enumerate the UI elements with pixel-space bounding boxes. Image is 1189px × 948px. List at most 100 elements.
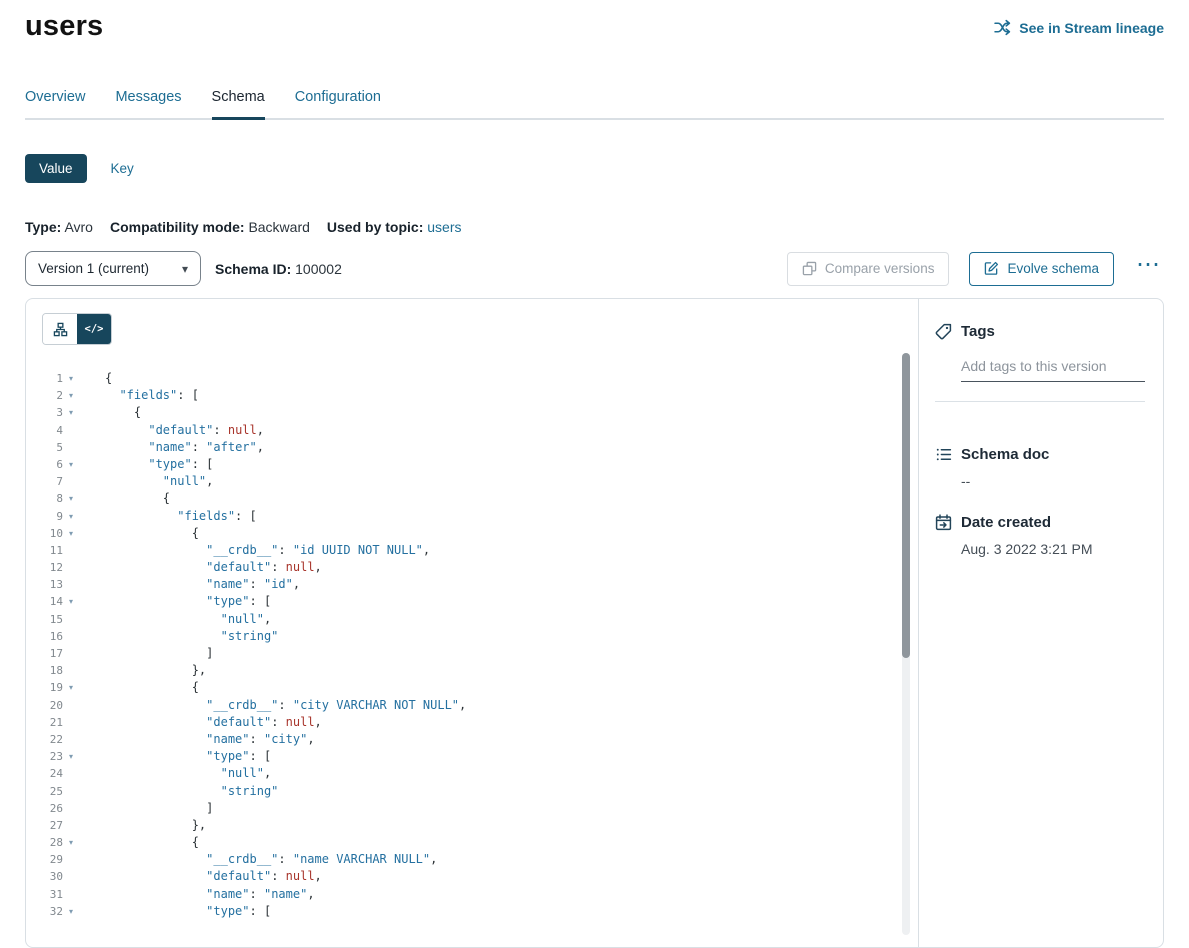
code-line: 29 "__crdb__": "name VARCHAR NULL", — [42, 851, 918, 868]
tree-view-button[interactable] — [43, 314, 77, 344]
fold-spacer — [63, 611, 79, 628]
code-line: 11 "__crdb__": "id UUID NOT NULL", — [42, 542, 918, 559]
topic-link[interactable]: users — [427, 219, 461, 235]
fold-toggle-icon[interactable]: ▾ — [63, 525, 79, 542]
code-line: 14▾ "type": [ — [42, 593, 918, 610]
code-line: 17 ] — [42, 645, 918, 662]
stream-lineage-link[interactable]: See in Stream lineage — [994, 19, 1164, 36]
line-number: 24 — [42, 765, 63, 782]
code-text: "fields": [ — [79, 387, 199, 404]
tab-bar: Overview Messages Schema Configuration — [25, 89, 1164, 120]
schema-doc-value: -- — [961, 473, 1145, 489]
line-number: 6 — [42, 456, 63, 473]
code-text: "fields": [ — [79, 508, 257, 525]
date-created-heading: Date created — [935, 514, 1145, 531]
schema-doc-title: Schema doc — [961, 446, 1049, 463]
editor-scrollbar-thumb[interactable] — [902, 353, 910, 658]
line-number: 3 — [42, 404, 63, 421]
fold-toggle-icon[interactable]: ▾ — [63, 370, 79, 387]
evolve-schema-button[interactable]: Evolve schema — [969, 252, 1114, 286]
code-text: "null", — [79, 765, 271, 782]
fold-spacer — [63, 697, 79, 714]
fold-spacer — [63, 817, 79, 834]
meta-compat-label: Compatibility mode: — [110, 219, 245, 235]
code-text: }, — [79, 662, 206, 679]
tab-schema[interactable]: Schema — [212, 89, 265, 118]
meta-type: Type: Avro — [25, 219, 93, 235]
line-number: 8 — [42, 490, 63, 507]
fold-spacer — [63, 783, 79, 800]
code-view-button[interactable]: </> — [77, 314, 111, 344]
meta-type-label: Type: — [25, 219, 61, 235]
chevron-down-icon: ▾ — [182, 262, 188, 276]
code-text: ] — [79, 800, 213, 817]
fold-toggle-icon[interactable]: ▾ — [63, 456, 79, 473]
fold-toggle-icon[interactable]: ▾ — [63, 508, 79, 525]
schema-editor: </> 1▾{2▾ "fields": [3▾ {4 "default": nu… — [26, 299, 918, 947]
fold-toggle-icon[interactable]: ▾ — [63, 593, 79, 610]
line-number: 25 — [42, 783, 63, 800]
fold-spacer — [63, 886, 79, 903]
code-line: 5 "name": "after", — [42, 439, 918, 456]
code-line: 31 "name": "name", — [42, 886, 918, 903]
code-text: ] — [79, 645, 213, 662]
date-created-value: Aug. 3 2022 3:21 PM — [961, 541, 1145, 557]
code-line: 30 "default": null, — [42, 868, 918, 885]
more-options-button[interactable]: ⋯ — [1132, 257, 1164, 281]
fold-spacer — [63, 576, 79, 593]
fold-toggle-icon[interactable]: ▾ — [63, 490, 79, 507]
code-line: 28▾ { — [42, 834, 918, 851]
fold-toggle-icon[interactable]: ▾ — [63, 387, 79, 404]
line-number: 27 — [42, 817, 63, 834]
tab-configuration[interactable]: Configuration — [295, 89, 381, 118]
line-number: 17 — [42, 645, 63, 662]
fold-spacer — [63, 800, 79, 817]
fold-spacer — [63, 662, 79, 679]
code-text: { — [79, 834, 199, 851]
version-select[interactable]: Version 1 (current) ▾ — [25, 251, 201, 286]
code-line: 16 "string" — [42, 628, 918, 645]
code-line: 2▾ "fields": [ — [42, 387, 918, 404]
line-number: 23 — [42, 748, 63, 765]
line-number: 4 — [42, 422, 63, 439]
fold-toggle-icon[interactable]: ▾ — [63, 903, 79, 920]
code-text: "default": null, — [79, 559, 322, 576]
fold-spacer — [63, 645, 79, 662]
evolve-schema-icon — [984, 261, 999, 276]
code-text: "type": [ — [79, 593, 271, 610]
code-line: 4 "default": null, — [42, 422, 918, 439]
fold-toggle-icon[interactable]: ▾ — [63, 834, 79, 851]
stream-lineage-icon — [994, 19, 1011, 36]
code-text: "null", — [79, 611, 271, 628]
key-toggle-button[interactable]: Key — [97, 154, 148, 183]
page: users See in Stream lineage Overview Mes… — [0, 0, 1189, 916]
compare-versions-button[interactable]: Compare versions — [787, 252, 950, 286]
line-number: 28 — [42, 834, 63, 851]
tag-icon — [935, 323, 952, 340]
code-line: 23▾ "type": [ — [42, 748, 918, 765]
stream-lineage-label: See in Stream lineage — [1019, 20, 1164, 36]
code-line: 6▾ "type": [ — [42, 456, 918, 473]
tab-messages[interactable]: Messages — [115, 89, 181, 118]
page-title: users — [25, 10, 103, 43]
code-text: { — [79, 525, 199, 542]
compare-versions-label: Compare versions — [825, 261, 935, 276]
tags-input[interactable] — [961, 356, 1145, 382]
sidebar-divider — [935, 401, 1145, 402]
tree-view-icon — [53, 322, 68, 337]
fold-spacer — [63, 473, 79, 490]
code-line: 12 "default": null, — [42, 559, 918, 576]
fold-toggle-icon[interactable]: ▾ — [63, 404, 79, 421]
code-line: 13 "name": "id", — [42, 576, 918, 593]
meta-topic: Used by topic: users — [327, 219, 462, 235]
line-number: 7 — [42, 473, 63, 490]
value-toggle-button[interactable]: Value — [25, 154, 87, 183]
code-text: "string" — [79, 628, 278, 645]
code-text: "type": [ — [79, 748, 271, 765]
code-text: "type": [ — [79, 903, 271, 920]
tab-overview[interactable]: Overview — [25, 89, 85, 118]
editor-scrollbar-track[interactable] — [902, 353, 910, 935]
fold-toggle-icon[interactable]: ▾ — [63, 748, 79, 765]
fold-toggle-icon[interactable]: ▾ — [63, 679, 79, 696]
line-number: 19 — [42, 679, 63, 696]
